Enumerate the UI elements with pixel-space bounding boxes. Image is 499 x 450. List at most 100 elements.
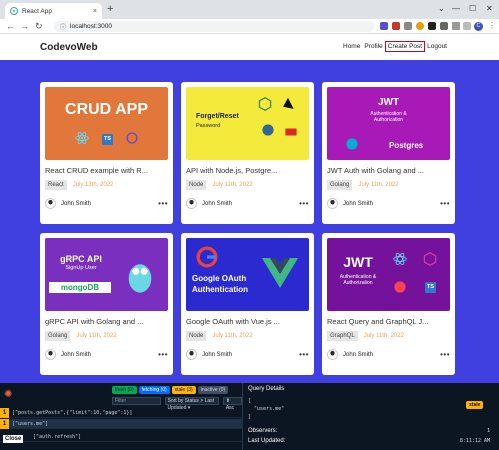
golang-gopher-icon (128, 264, 152, 293)
post-date: July 11th, 2022 (212, 182, 253, 188)
post-thumbnail[interactable]: Forget/Reset Password (186, 87, 309, 160)
observer-count-badge: 1 (0, 418, 9, 429)
nav-create-post[interactable]: Create Post (384, 41, 426, 52)
minimize-window-button[interactable]: — (452, 4, 460, 13)
post-meta: Node July 11th, 2022 (186, 331, 309, 341)
close-devtools-button[interactable]: Close (3, 435, 24, 443)
browser-tab[interactable]: React App × (5, 3, 102, 19)
post-title[interactable]: JWT Auth with Golang and ... (327, 166, 450, 175)
extension-2-icon[interactable] (392, 22, 400, 30)
react-logo-icon (393, 252, 407, 266)
post-category-tag[interactable]: Golang (327, 180, 353, 190)
vue-logo-icon (262, 258, 298, 288)
post-category-tag[interactable]: React (45, 180, 67, 190)
post-category-tag[interactable]: Node (186, 331, 207, 341)
more-options-icon[interactable]: ••• (299, 350, 309, 359)
status-fetching-pill: fetching (0) (138, 386, 170, 394)
more-options-icon[interactable]: ••• (440, 199, 450, 208)
split-view-icon[interactable] (463, 22, 471, 30)
browser-menu-icon[interactable]: ⋮ (488, 21, 496, 30)
post-card[interactable]: Google OAuth Authentication Google OAuth… (181, 233, 314, 375)
thumbnail-tech: Postgres (389, 141, 424, 150)
author-name: John Smith (343, 200, 374, 207)
extension-3-icon[interactable] (404, 22, 412, 30)
extension-4-icon[interactable] (416, 22, 424, 30)
post-card[interactable]: Forget/Reset Password API with Node.js, … (181, 82, 314, 224)
nav-logout[interactable]: Logout (425, 43, 449, 52)
post-thumbnail[interactable]: CRUD APP TS (45, 87, 168, 160)
filter-row: Filter Sort by Status > Last Updated ▾ ⬆… (112, 397, 242, 411)
tab-search-icon[interactable]: ⌄ (438, 4, 445, 13)
profile-avatar[interactable]: C (474, 22, 483, 31)
sort-direction-button[interactable]: ⬆ Asc (222, 397, 242, 411)
extension-5-icon[interactable] (428, 22, 436, 30)
reload-button[interactable]: ↻ (35, 21, 43, 31)
brand-logo[interactable]: CodevoWeb (40, 42, 98, 53)
post-title[interactable]: API with Node.js, Postgre... (186, 166, 309, 175)
code-line: [ (248, 398, 252, 404)
thumbnail-subtitle: SignUp User (65, 265, 97, 271)
thumbnail-tech: mongoDB (49, 282, 111, 293)
post-date: July 11th, 2022 (363, 333, 404, 339)
author-name: John Smith (61, 200, 92, 207)
post-title[interactable]: Google OAuth with Vue.js ... (186, 317, 309, 326)
golang-gopher-icon (346, 138, 358, 150)
new-tab-button[interactable]: + (107, 4, 113, 15)
post-card[interactable]: JWT Authentication & Authorization TS Re… (322, 233, 455, 375)
post-date: July 11th, 2022 (212, 333, 253, 339)
post-category-tag[interactable]: Node (186, 180, 207, 190)
media-icon[interactable] (452, 22, 460, 30)
nav-home[interactable]: Home (341, 43, 362, 52)
post-category-tag[interactable]: GraphQL (327, 331, 358, 341)
typescript-logo-icon: TS (102, 134, 113, 145)
maximize-window-button[interactable]: ☐ (469, 4, 476, 13)
back-button[interactable]: ← (6, 21, 15, 31)
post-title[interactable]: gRPC API with Golang and ... (45, 317, 168, 326)
forward-button[interactable]: → (20, 21, 29, 31)
app-header: CodevoWeb Home Profile Create Post Logou… (0, 35, 499, 60)
thumbnail-subtitle: Authentication (192, 285, 248, 294)
nav-profile[interactable]: Profile (362, 43, 384, 52)
react-query-logo-icon[interactable]: ✺ (4, 389, 12, 400)
post-date: July 11th, 2022 (76, 333, 117, 339)
close-window-button[interactable]: ✕ (486, 4, 493, 13)
extensions-puzzle-icon[interactable] (440, 22, 448, 30)
extension-1-icon[interactable] (380, 22, 388, 30)
sort-select[interactable]: Sort by Status > Last Updated ▾ (164, 397, 219, 411)
query-details-header: Query Details (248, 386, 285, 392)
observers-row: Observers: 1 (248, 428, 490, 434)
author-name: John Smith (202, 351, 233, 358)
site-info-icon[interactable]: ⓘ (60, 22, 66, 31)
post-thumbnail[interactable]: JWT Authentication & Authorization Postg… (327, 87, 450, 160)
more-options-icon[interactable]: ••• (440, 350, 450, 359)
post-title[interactable]: React Query and GraphQL J... (327, 317, 450, 326)
status-inactive-pill: inactive (0) (197, 386, 229, 394)
post-author-row: John Smith ••• (186, 349, 309, 360)
post-category-tag[interactable]: Golang (45, 331, 71, 341)
filter-input[interactable]: Filter (112, 397, 161, 405)
more-options-icon[interactable]: ••• (299, 199, 309, 208)
more-options-icon[interactable]: ••• (158, 350, 168, 359)
post-thumbnail[interactable]: JWT Authentication & Authorization TS (327, 238, 450, 311)
close-tab-icon[interactable]: × (93, 8, 97, 15)
post-meta: Golang July 11th, 2022 (45, 331, 168, 341)
url-omnibox[interactable]: ⓘ localhost:3000 (54, 21, 374, 32)
posts-grid: CRUD APP TS React CRUD example with R...… (0, 60, 499, 383)
last-updated-label: Last Updated: (248, 438, 286, 444)
post-card[interactable]: CRUD APP TS React CRUD example with R...… (40, 82, 173, 224)
post-author-row: John Smith ••• (45, 349, 168, 360)
post-author: John Smith (186, 349, 232, 360)
author-avatar (186, 349, 197, 360)
post-card[interactable]: gRPC API SignUp User mongoDB gRPC API wi… (40, 233, 173, 375)
typescript-logo-icon: TS (425, 282, 436, 293)
post-thumbnail[interactable]: gRPC API SignUp User mongoDB (45, 238, 168, 311)
postgres-logo-icon (262, 124, 274, 136)
more-options-icon[interactable]: ••• (158, 199, 168, 208)
query-row[interactable]: 1 ["posts.getPosts",{"limit":10,"page":1… (0, 407, 243, 418)
query-row[interactable]: ["auth.refresh"] (0, 432, 243, 442)
query-row-selected[interactable]: 1 ["users.me"] (0, 418, 243, 429)
post-card[interactable]: JWT Authentication & Authorization Postg… (322, 82, 455, 224)
post-author: John Smith (327, 198, 373, 209)
post-title[interactable]: React CRUD example with R... (45, 166, 168, 175)
post-thumbnail[interactable]: Google OAuth Authentication (186, 238, 309, 311)
